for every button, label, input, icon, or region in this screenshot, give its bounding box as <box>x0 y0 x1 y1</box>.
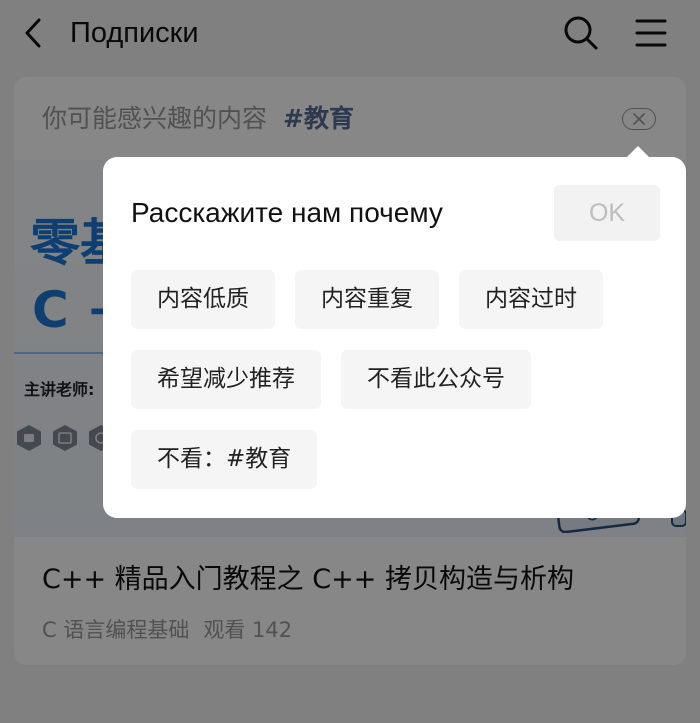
dialog-pointer <box>627 146 649 157</box>
reason-low-quality[interactable]: 内容低质 <box>131 270 275 329</box>
dialog-title: Расскажите нам почему <box>131 197 443 228</box>
reason-hide-account[interactable]: 不看此公众号 <box>341 350 531 409</box>
feedback-dialog: Расскажите нам почему OK 内容低质 内容重复 内容过时 … <box>103 146 686 518</box>
reason-hide-tag[interactable]: 不看：#教育 <box>131 430 318 489</box>
reason-duplicate[interactable]: 内容重复 <box>295 270 439 329</box>
ok-button[interactable]: OK <box>554 185 660 241</box>
reason-show-less[interactable]: 希望减少推荐 <box>131 350 321 409</box>
reason-outdated[interactable]: 内容过时 <box>459 270 603 329</box>
reason-options: 内容低质 内容重复 内容过时 希望减少推荐 不看此公众号 不看：#教育 <box>131 270 661 489</box>
subscriptions-screen: Подписки 你可能感兴趣的内容 #教育 零基 C + 主讲老师: C++ … <box>0 0 700 723</box>
